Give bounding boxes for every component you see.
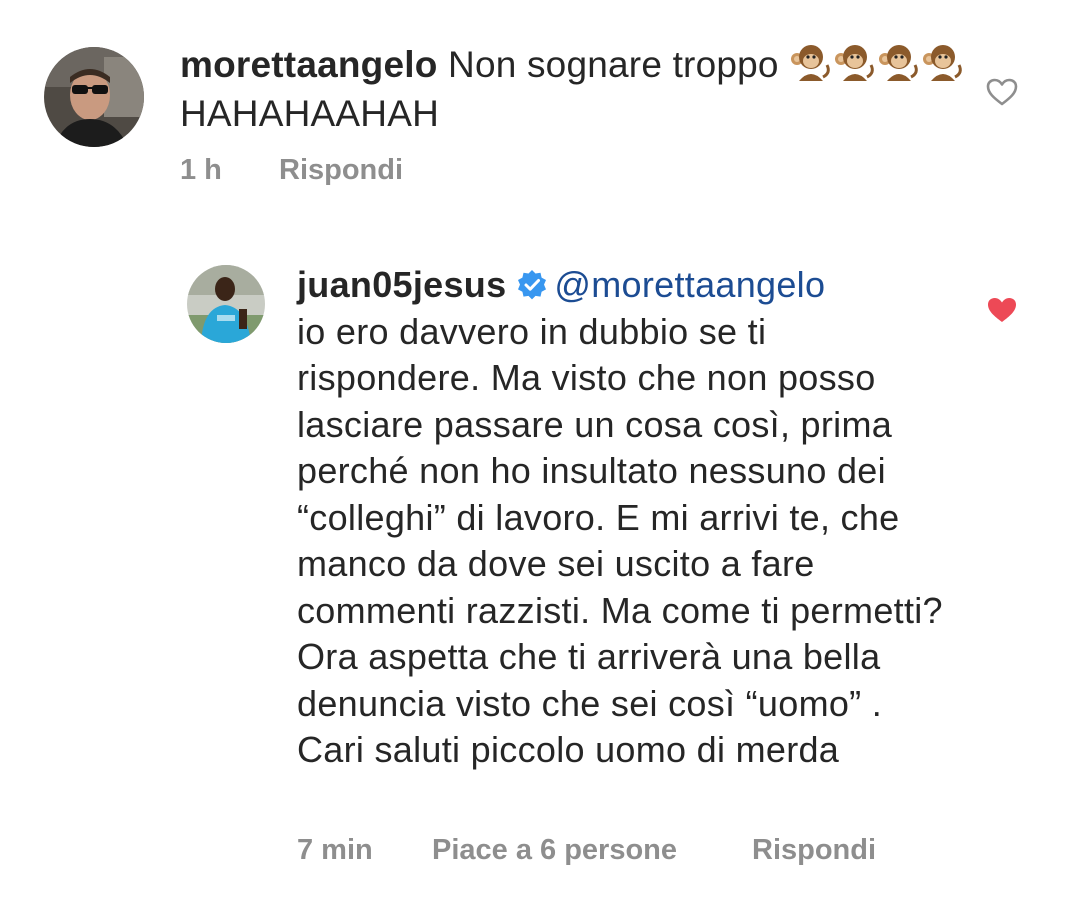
likes-count-link[interactable]: Piace a 6 persone — [432, 834, 752, 867]
comment-time: 1 h — [180, 154, 222, 186]
comment-text: morettaangelo Non sognare troppo HAHAHAA… — [180, 40, 970, 138]
comment-text-part: HAHAHAAHAH — [180, 93, 439, 134]
reply-button[interactable]: Rispondi — [752, 834, 876, 867]
comment-body-text: io ero davvero in dubbio se ti risponder… — [297, 310, 943, 771]
avatar[interactable] — [187, 265, 265, 343]
comment-text-part: Non sognare troppo — [448, 44, 779, 85]
comment-text: juan05jesus @morettaangelo io ero davver… — [297, 262, 947, 774]
avatar[interactable] — [44, 47, 144, 147]
mention-link[interactable]: @morettaangelo — [554, 264, 825, 305]
monkey-emoji-icon — [835, 45, 874, 81]
monkey-emoji-icon — [923, 45, 962, 81]
avatar-image — [44, 47, 144, 147]
verified-badge-icon — [518, 270, 547, 300]
reply-button[interactable]: Rispondi — [279, 154, 403, 187]
comment-meta: 7 min Piace a 6 persone Rispondi — [297, 834, 876, 867]
comment-meta: 1 h Rispondi — [180, 154, 403, 187]
comment-username[interactable]: juan05jesus — [297, 264, 506, 305]
avatar-image — [187, 265, 265, 343]
monkey-emoji-icon — [791, 45, 830, 81]
heart-outline-icon[interactable] — [986, 78, 1018, 106]
comment-username[interactable]: morettaangelo — [180, 44, 438, 85]
heart-filled-icon[interactable] — [986, 296, 1018, 324]
monkey-emojis — [789, 44, 965, 85]
monkey-emoji-icon — [879, 45, 918, 81]
comment-time: 7 min — [297, 834, 373, 866]
